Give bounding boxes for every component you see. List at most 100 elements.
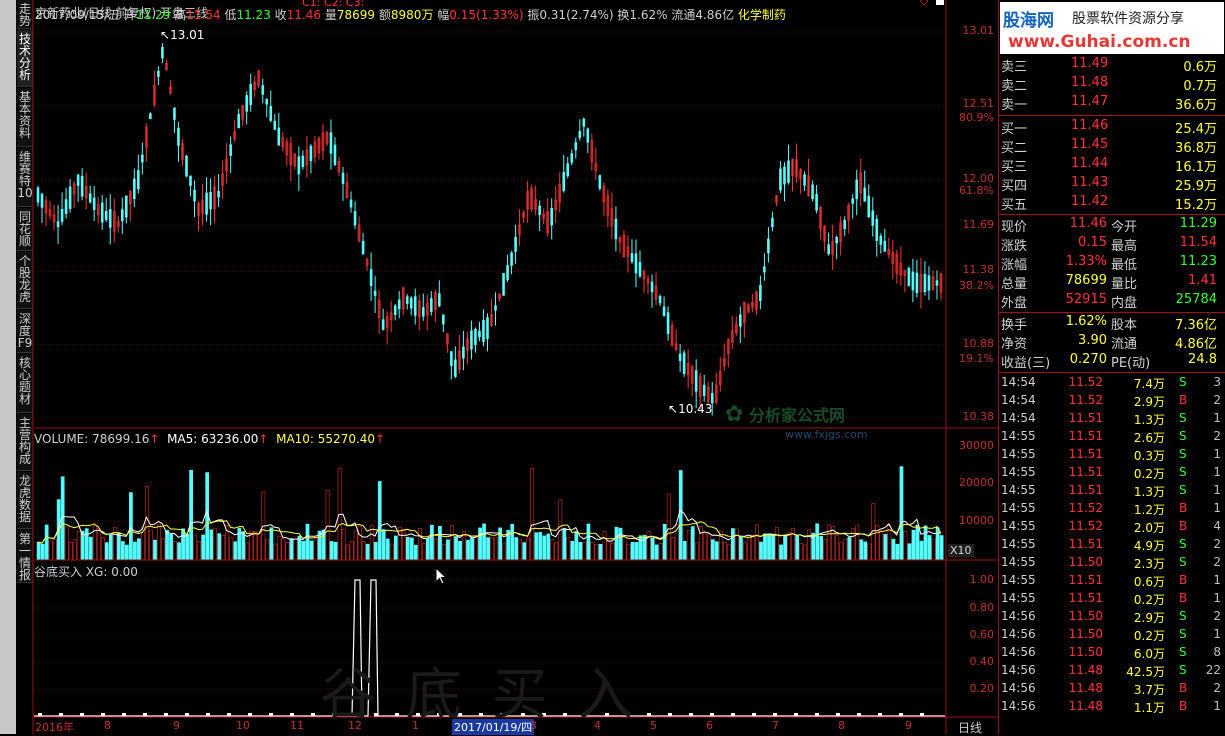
tick-count: 2 [1213, 681, 1221, 695]
date-axis-label: 8 [838, 719, 845, 732]
tick-row[interactable]: 14:54 11.51 1.3万 S 1 [999, 411, 1225, 429]
tick-price: 11.51 [1068, 447, 1103, 461]
volume-bar [915, 524, 920, 561]
tick-row[interactable]: 14:54 11.52 7.4万 S 3 [999, 375, 1225, 393]
tick-row[interactable]: 14:55 11.51 4.9万 S 2 [999, 537, 1225, 555]
volume-bar [650, 537, 655, 561]
volume-bar [40, 543, 45, 561]
tick-row[interactable]: 14:56 11.48 3.7万 B 2 [999, 681, 1225, 699]
volume-bar [578, 541, 583, 561]
volume-bar [618, 527, 623, 561]
tick-row[interactable]: 14:55 11.51 1.3万 S 1 [999, 483, 1225, 501]
volume-bar [727, 544, 731, 561]
signal-marker [857, 713, 861, 717]
candle-body [867, 195, 871, 218]
watermark: ✿ 分析家公式网 [725, 402, 845, 427]
tick-price: 11.51 [1068, 591, 1103, 605]
fund-label: 收益(三) [1001, 356, 1051, 371]
tick-row[interactable]: 14:56 11.48 42.5万 S 22 [999, 663, 1225, 681]
candle-body [92, 197, 96, 210]
candle-body [249, 84, 253, 106]
volume-bar [895, 543, 900, 561]
tick-row[interactable]: 14:55 11.51 0.2万 S 1 [999, 465, 1225, 483]
tick-row[interactable]: 14:56 11.50 0.2万 S 1 [999, 627, 1225, 645]
tick-row[interactable]: 14:55 11.51 0.3万 S 1 [999, 447, 1225, 465]
chart-area[interactable] [0, 0, 998, 734]
volume-bar [72, 539, 77, 561]
bid-price: 11.45 [1071, 137, 1109, 152]
volume-bar [405, 537, 410, 561]
fund-row: 净资 3.90 流通 4.86亿 [999, 333, 1225, 352]
volume-bar [189, 469, 193, 561]
volume-bar [927, 535, 932, 561]
tick-time: 14:55 [1001, 537, 1036, 551]
low-marker-value: 10.43 [678, 402, 713, 416]
candle-body [329, 132, 333, 154]
volume-bar [149, 529, 153, 561]
price-axis-label: 13.01 [962, 24, 995, 37]
tick-row[interactable]: 14:55 11.51 0.6万 B 1 [999, 573, 1225, 591]
volume-bar [341, 528, 346, 561]
volume-bar [899, 466, 904, 561]
candle-body [923, 273, 927, 293]
signal-marker [122, 713, 126, 717]
candle-body [405, 296, 409, 304]
tick-count: 1 [1213, 483, 1221, 497]
candle-body [478, 330, 481, 338]
logo-url: www.Guhai.com.cn [1008, 32, 1191, 52]
candle-body [650, 281, 654, 293]
candle-body [393, 305, 397, 315]
tick-volume: 0.2万 [1133, 593, 1165, 607]
signal-marker [710, 713, 714, 717]
candle-body [506, 265, 509, 281]
ask-volume: 36.6万 [1175, 98, 1217, 113]
volume-bar [490, 537, 494, 561]
tick-row[interactable]: 14:55 11.52 1.2万 B 1 [999, 501, 1225, 519]
volume-bar [96, 528, 101, 561]
volume-axis-label: 20000 [959, 476, 994, 489]
period-button[interactable]: 日线 [958, 719, 982, 736]
tick-row[interactable]: 14:56 11.48 1.1万 B 1 [999, 699, 1225, 717]
signal-marker [731, 713, 735, 717]
tick-time: 14:55 [1001, 429, 1036, 443]
tick-volume: 0.2万 [1133, 467, 1165, 481]
volume-bar [52, 539, 57, 561]
date-axis-label: 2017/01/19/四 [452, 719, 535, 735]
signal-marker [878, 713, 882, 717]
volume-bar [803, 544, 807, 561]
tick-row[interactable]: 14:55 11.50 2.3万 S 2 [999, 555, 1225, 573]
tick-side: S [1179, 465, 1187, 479]
tick-price: 11.51 [1068, 537, 1103, 551]
tick-volume: 1.1万 [1133, 701, 1165, 715]
tick-row[interactable]: 14:55 11.51 0.2万 B 1 [999, 591, 1225, 609]
volume-bar [799, 543, 803, 561]
tick-count: 1 [1213, 501, 1221, 515]
candle-body [927, 275, 931, 291]
volume-bar [891, 538, 896, 561]
volume-bar [566, 536, 571, 561]
tick-row[interactable]: 14:56 11.50 6.0万 S 8 [999, 645, 1225, 663]
tick-row[interactable]: 14:55 11.52 2.0万 B 4 [999, 519, 1225, 537]
volume-bar [550, 539, 555, 561]
tick-volume: 2.3万 [1133, 557, 1165, 571]
candle-body [827, 244, 830, 254]
candle-body [442, 314, 445, 325]
candle-body [851, 198, 854, 204]
volume-bar [702, 533, 707, 561]
signal-marker [185, 713, 189, 717]
tick-row[interactable]: 14:54 11.52 2.9万 B 2 [999, 393, 1225, 411]
signal-marker [206, 713, 210, 717]
tick-side: S [1179, 555, 1187, 569]
tick-side: S [1179, 375, 1187, 389]
volume-bar [389, 543, 394, 561]
volume-bar [133, 541, 137, 561]
candle-body [60, 208, 64, 222]
quote-label: 最低 [1111, 258, 1138, 273]
volume-bar [434, 538, 438, 561]
tick-row[interactable]: 14:55 11.51 2.6万 S 2 [999, 429, 1225, 447]
signal-marker [899, 713, 903, 717]
tick-row[interactable]: 14:56 11.50 2.9万 S 2 [999, 609, 1225, 627]
candle-body [265, 98, 269, 105]
quote-value: 52915 [1065, 292, 1107, 307]
quote-value: 1.41 [1188, 273, 1217, 288]
